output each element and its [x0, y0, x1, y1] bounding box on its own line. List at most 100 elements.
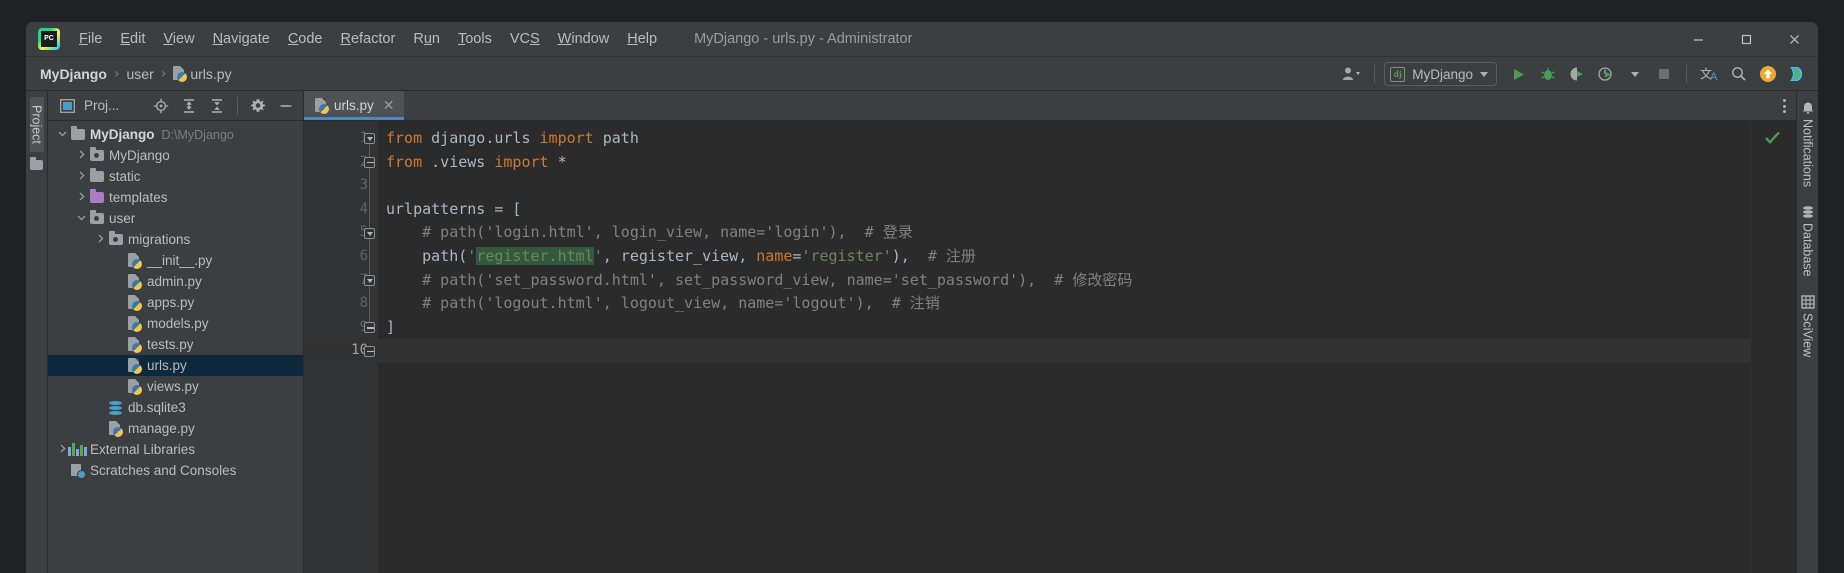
project-tree[interactable]: MyDjango D:\MyDjango MyDjango static templat… [48, 121, 303, 573]
menu-item-file[interactable]: File [70, 28, 111, 50]
chevron-right-icon[interactable] [75, 150, 88, 161]
code-line-9[interactable]: ] [378, 316, 1750, 340]
code-line-2[interactable]: from .views import * [378, 151, 1750, 175]
code-content[interactable]: from django.urls import path from .views … [378, 121, 1750, 573]
tree-node-templates[interactable]: templates [48, 187, 303, 208]
menu-item-window[interactable]: Window [549, 28, 619, 50]
code-line-1[interactable]: from django.urls import path [378, 127, 1750, 151]
breadcrumb-item-urls-py[interactable]: urls.py [173, 66, 232, 82]
breadcrumb-item-mydjango[interactable]: MyDjango [40, 66, 107, 82]
tree-node-icon [88, 189, 105, 203]
menu-item-navigate[interactable]: Navigate [204, 28, 279, 50]
tree-node-manage-py[interactable]: manage.py [48, 418, 303, 439]
tree-node-migrations[interactable]: migrations [48, 229, 303, 250]
tree-node-views-py[interactable]: views.py [48, 376, 303, 397]
profile-dropdown-button[interactable] [1621, 61, 1648, 87]
code-folding-column[interactable] [362, 127, 378, 573]
menu-item-edit[interactable]: Edit [111, 28, 154, 50]
tree-node-icon [69, 126, 86, 140]
menu-item-code[interactable]: Code [279, 28, 332, 50]
run-button[interactable] [1505, 61, 1532, 87]
minimize-button[interactable] [1674, 22, 1722, 57]
pycharm-window: FileEditViewNavigateCodeRefactorRunTools… [26, 22, 1818, 573]
menu-item-tools[interactable]: Tools [449, 28, 501, 50]
menu-item-refactor[interactable]: Refactor [332, 28, 405, 50]
code-line-6[interactable]: path('register.html', register_view, nam… [378, 245, 1750, 269]
run-configuration-selector[interactable]: dj MyDjango [1384, 62, 1497, 86]
tool-window-button-database[interactable]: Database [1801, 205, 1815, 277]
menu-item-run[interactable]: Run [404, 28, 449, 50]
tree-node-static[interactable]: static [48, 166, 303, 187]
structure-folder-icon[interactable] [30, 156, 43, 170]
editor-gutter[interactable]: 12345678910 [304, 121, 378, 573]
tree-node-db-sqlite3[interactable]: db.sqlite3 [48, 397, 303, 418]
tree-node-mydjango[interactable]: MyDjango D:\MyDjango [48, 124, 303, 145]
fold-marker[interactable] [364, 227, 375, 239]
fold-marker[interactable] [364, 133, 375, 144]
code-line-10[interactable] [378, 339, 1750, 363]
user-settings-button[interactable] [1338, 61, 1365, 87]
fold-marker[interactable] [364, 345, 375, 357]
code-line-5[interactable]: # path('login.html', login_view, name='l… [378, 221, 1750, 245]
editor-tab-urls-py[interactable]: urls.py ✕ [304, 91, 404, 120]
menu-item-help[interactable]: Help [618, 28, 666, 50]
profile-button[interactable] [1592, 61, 1619, 87]
tree-node-admin-py[interactable]: admin.py [48, 271, 303, 292]
menu-item-view[interactable]: View [154, 28, 203, 50]
chevron-right-icon[interactable] [56, 444, 69, 455]
breadcrumb-item-user[interactable]: user [127, 66, 154, 82]
maximize-button[interactable] [1722, 22, 1770, 57]
stop-button[interactable] [1650, 61, 1677, 87]
code-token: urlpatterns = [ [386, 199, 522, 218]
tree-node-__init__-py[interactable]: __init__.py [48, 250, 303, 271]
tree-node-scratches-and-consoles[interactable]: Scratches and Consoles [48, 460, 303, 481]
tree-node-apps-py[interactable]: apps.py [48, 292, 303, 313]
code-line-7[interactable]: # path('set_password.html', set_password… [378, 269, 1750, 293]
module-folder-icon [108, 231, 123, 245]
chevron-down-icon[interactable] [75, 213, 88, 224]
tree-node-label: apps.py [147, 295, 195, 310]
run-coverage-button[interactable] [1563, 61, 1590, 87]
tree-node-external-libraries[interactable]: External Libraries [48, 439, 303, 460]
tree-node-user[interactable]: user [48, 208, 303, 229]
project-panel-title: Proj... [84, 98, 120, 113]
right-rail-label: Database [1800, 223, 1815, 277]
menu-item-vcs[interactable]: VCS [501, 28, 549, 50]
chevron-right-icon[interactable] [75, 171, 88, 182]
code-line-8[interactable]: # path('logout.html', logout_view, name=… [378, 292, 1750, 316]
close-button[interactable] [1770, 22, 1818, 57]
code-line-4[interactable]: urlpatterns = [ [378, 198, 1750, 222]
close-tab-icon[interactable]: ✕ [383, 98, 395, 114]
update-project-button[interactable] [1754, 61, 1781, 87]
python-file-icon [128, 295, 142, 311]
translate-button[interactable]: 文 A [1696, 61, 1723, 87]
tree-node-urls-py[interactable]: urls.py [48, 355, 303, 376]
locate-icon[interactable] [150, 95, 172, 117]
tree-node-tests-py[interactable]: tests.py [48, 334, 303, 355]
expand-all-icon[interactable] [178, 95, 200, 117]
chevron-right-icon[interactable] [94, 234, 107, 245]
collapse-all-icon[interactable] [206, 95, 228, 117]
scratches-icon [70, 463, 86, 479]
fold-marker[interactable] [364, 275, 375, 286]
tool-window-button-sciview[interactable]: SciView [1801, 294, 1815, 357]
debug-button[interactable] [1534, 61, 1561, 87]
code-line-3[interactable] [378, 174, 1750, 198]
fold-marker[interactable] [364, 322, 375, 334]
chevron-right-icon[interactable] [75, 192, 88, 203]
editor-tab-label: urls.py [334, 98, 374, 113]
fold-marker[interactable] [364, 156, 375, 168]
chevron-down-icon[interactable] [56, 129, 69, 140]
tree-node-label: urls.py [147, 358, 187, 373]
hide-panel-icon[interactable] [275, 95, 297, 117]
tool-window-button-notifications[interactable]: Notifications [1801, 101, 1815, 187]
tree-node-models-py[interactable]: models.py [48, 313, 303, 334]
datalore-button[interactable] [1783, 61, 1810, 87]
inspection-status-ok-icon[interactable] [1764, 129, 1781, 150]
settings-icon[interactable] [247, 95, 269, 117]
tool-window-button-project[interactable]: Project [29, 97, 44, 152]
editor-tab-options-button[interactable] [1783, 91, 1786, 121]
search-everywhere-button[interactable] [1725, 61, 1752, 87]
tree-node-mydjango[interactable]: MyDjango [48, 145, 303, 166]
editor-right-gutter[interactable] [1750, 121, 1796, 573]
